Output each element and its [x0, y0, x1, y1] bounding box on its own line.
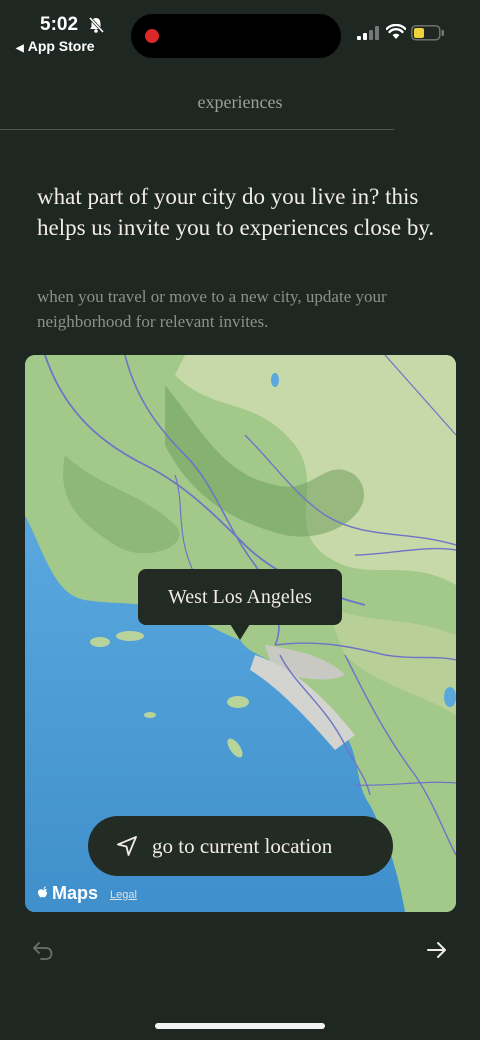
- apple-logo-icon: [38, 886, 48, 897]
- question-heading: what part of your city do you live in? t…: [37, 184, 435, 240]
- apple-maps-attribution: Maps: [37, 883, 98, 904]
- neighborhood-map[interactable]: West Los Angeles go to current location …: [25, 355, 456, 912]
- silent-bell-icon: [88, 16, 105, 39]
- screen-title: experiences: [197, 92, 283, 112]
- dynamic-island: [131, 14, 341, 58]
- callout-pointer: [230, 624, 250, 640]
- legal-link[interactable]: Legal: [110, 889, 137, 901]
- battery-icon: [411, 25, 445, 46]
- status-bar: 5:02 ◀ App Store: [0, 0, 480, 80]
- cellular-signal-icon: [357, 26, 379, 45]
- helper-text: when you travel or move to a new city, u…: [37, 287, 387, 331]
- arrow-right-icon: [427, 942, 446, 958]
- back-to-app-link[interactable]: ◀ App Store: [16, 38, 95, 54]
- recording-indicator-icon: [145, 29, 159, 43]
- next-button[interactable]: [426, 939, 448, 966]
- location-arrow-icon: [117, 836, 137, 856]
- undo-arrow-icon: [33, 942, 53, 960]
- go-to-current-location-button[interactable]: go to current location: [88, 816, 393, 876]
- location-button-label: go to current location: [152, 833, 333, 858]
- location-callout: West Los Angeles: [138, 569, 342, 625]
- back-to-app-label: App Store: [27, 38, 95, 54]
- wifi-icon: [385, 23, 407, 45]
- back-button[interactable]: [32, 939, 54, 966]
- status-time: 5:02: [40, 14, 79, 35]
- home-indicator: [155, 1023, 325, 1029]
- maps-label: Maps: [52, 883, 99, 903]
- back-triangle-icon: ◀: [16, 43, 24, 54]
- header-divider: [0, 129, 394, 130]
